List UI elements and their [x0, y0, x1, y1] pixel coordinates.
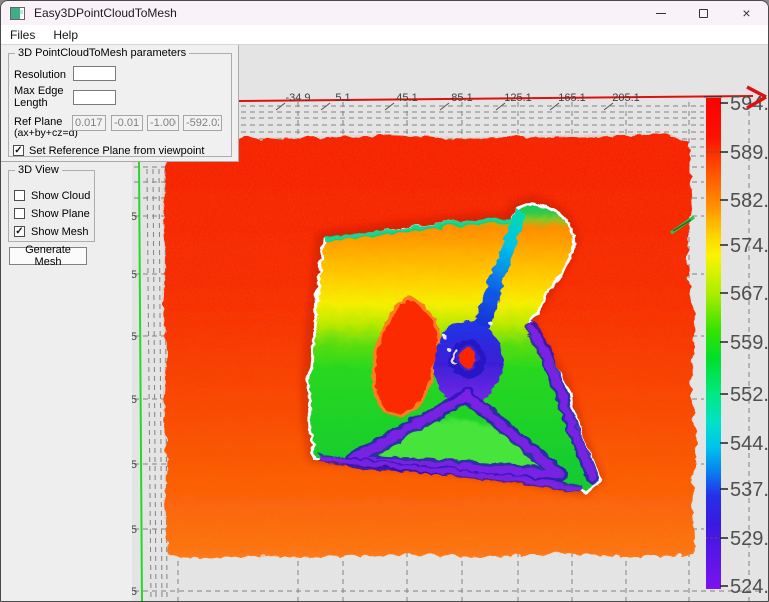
close-icon: × — [742, 5, 751, 21]
set-reference-plane-checkbox[interactable]: ✓ — [13, 145, 24, 156]
x-axis-label: 205.1 — [612, 92, 640, 104]
max-edge-input[interactable] — [73, 90, 116, 105]
view-options-panel: 3D View Show Cloud Show Plane ✓ Show Mes… — [1, 164, 101, 246]
colorbar-label: 544. — [730, 433, 769, 455]
show-plane-label: Show Plane — [31, 208, 90, 220]
x-axis-label: 165.1 — [558, 92, 586, 104]
menu-item-help[interactable]: Help — [44, 26, 87, 44]
resolution-input[interactable] — [73, 66, 116, 81]
resolution-label: Resolution — [14, 69, 66, 81]
colorbar-label: 589. — [730, 142, 769, 164]
colorbar-label: 567. — [730, 283, 769, 305]
close-button[interactable]: × — [725, 1, 768, 25]
colorbar-label: 582. — [730, 190, 769, 212]
colorbar-label: 524. — [730, 576, 769, 598]
set-reference-plane-label: Set Reference Plane from viewpoint — [29, 145, 205, 157]
window-title: Easy3DPointCloudToMesh — [34, 6, 177, 20]
title-bar: Easy3DPointCloudToMesh × — [1, 1, 768, 25]
show-cloud-checkbox[interactable] — [14, 190, 25, 201]
minimize-icon — [655, 12, 666, 14]
colorbar-label: 537. — [730, 479, 769, 501]
center-hole — [456, 347, 475, 367]
app-icon — [10, 6, 25, 20]
ref-plane-a-field[interactable] — [72, 115, 106, 131]
view-group-title: 3D View — [15, 164, 62, 176]
generate-mesh-button[interactable]: Generate Mesh — [9, 244, 87, 268]
maximize-button[interactable] — [682, 1, 725, 25]
colorbar-label: 552. — [730, 384, 769, 406]
ref-plane-b-field[interactable] — [111, 115, 143, 131]
app-window: 594. 589. 582. 574. 567. 559. 552. 544. … — [0, 0, 769, 602]
ref-plane-d-field[interactable] — [183, 115, 222, 131]
x-axis-label: 85.1 — [451, 92, 472, 104]
maximize-icon — [699, 8, 708, 18]
window-controls: × — [639, 1, 768, 25]
ref-plane-c-field[interactable] — [147, 115, 179, 131]
show-cloud-label: Show Cloud — [31, 190, 91, 202]
colorbar-label: 559. — [730, 332, 769, 354]
show-mesh-checkbox[interactable]: ✓ — [14, 226, 25, 237]
show-plane-checkbox[interactable] — [14, 208, 25, 219]
x-axis-label: 5.1 — [335, 92, 350, 104]
colorbar-label: 574. — [730, 235, 769, 257]
x-axis-label: -34.9 — [285, 92, 310, 104]
show-mesh-label: Show Mesh — [31, 226, 89, 238]
menu-item-files[interactable]: Files — [1, 26, 44, 44]
colorbar-label: 529. — [730, 528, 769, 550]
parameters-panel: 3D PointCloudToMesh parameters Resolutio… — [1, 45, 239, 162]
max-edge-label: Max Edge Length — [14, 85, 64, 109]
menu-bar: Files Help — [1, 25, 768, 45]
x-axis-label: 45.1 — [396, 92, 417, 104]
parameters-group-title: 3D PointCloudToMesh parameters — [15, 47, 190, 59]
minimize-button[interactable] — [639, 1, 682, 25]
colorbar-gradient — [706, 98, 721, 589]
x-axis-label: 125.1 — [504, 92, 532, 104]
ref-plane-formula: (ax+by+cz=d) — [14, 127, 78, 139]
